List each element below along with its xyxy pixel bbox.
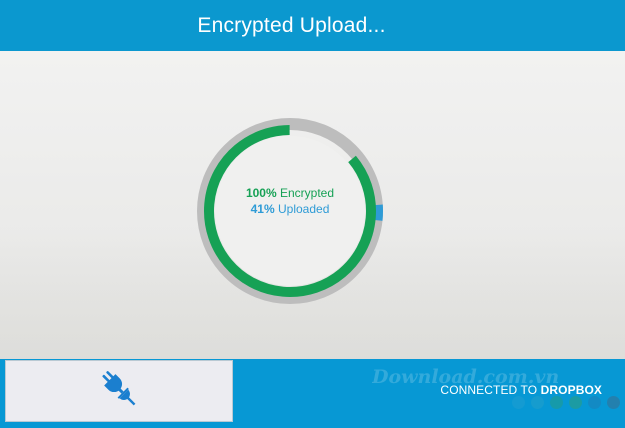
unplug-icon xyxy=(96,366,142,417)
indicator-dot xyxy=(607,396,620,409)
dot-indicators xyxy=(512,396,620,410)
encrypted-percent: 100% xyxy=(245,186,277,200)
indicator-dot xyxy=(588,396,601,409)
encrypted-status: 100% Encrypted xyxy=(195,186,385,200)
disconnect-button[interactable] xyxy=(5,360,233,422)
uploaded-label: Uploaded xyxy=(274,202,330,216)
page-title: Encrypted Upload... xyxy=(197,13,386,37)
encrypted-label: Encrypted xyxy=(276,186,335,200)
uploaded-status: 41% Uploaded xyxy=(195,202,385,216)
uploaded-percent: 41% xyxy=(250,202,275,216)
connection-status-prefix: CONNECTED TO xyxy=(440,383,541,397)
indicator-dot xyxy=(531,396,544,409)
connection-service: DROPBOX xyxy=(540,383,602,397)
indicator-dot xyxy=(512,396,525,409)
title-bar: Encrypted Upload... xyxy=(0,0,625,51)
indicator-dot xyxy=(569,396,582,409)
indicator-dot xyxy=(550,396,563,409)
